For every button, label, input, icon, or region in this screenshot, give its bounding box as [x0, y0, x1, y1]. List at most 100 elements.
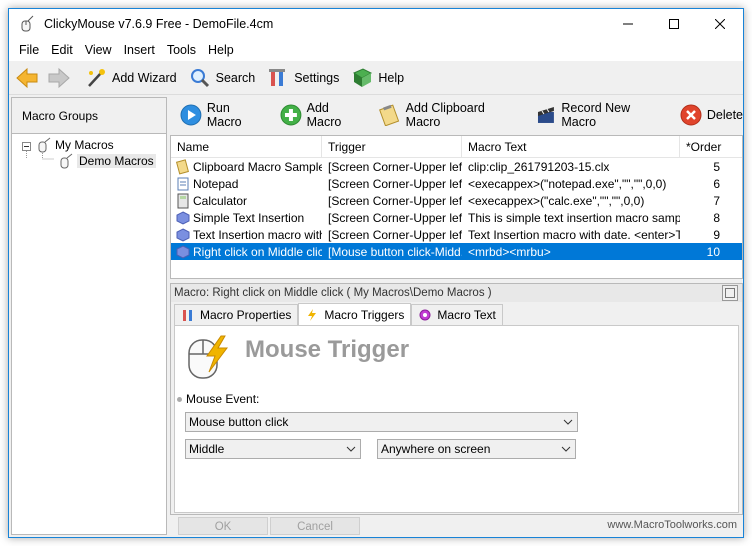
minimize-icon — [623, 23, 633, 25]
mouse-button-select[interactable]: Middle — [185, 439, 361, 459]
add-icon — [280, 104, 302, 126]
mouse-event-label: Mouse Event: — [177, 392, 259, 406]
list-body: Clipboard Macro Sample [Screen Corner-Upp… — [171, 158, 742, 260]
delete-label: Delete — [706, 108, 743, 122]
app-window: ClickyMouse v7.6.9 Free - DemoFile.4cm F… — [8, 8, 744, 538]
main-toolbar: Add Wizard Search Settings Help — [9, 61, 743, 95]
macro-icon — [176, 210, 190, 225]
help-book-icon — [353, 67, 373, 87]
menu-help[interactable]: Help — [202, 43, 240, 57]
ok-button[interactable]: OK — [178, 517, 268, 535]
macros-panel: Run Macro Add Macro Add Clipboard Macro — [170, 97, 743, 535]
add-clipboard-macro-button[interactable]: Add Clipboard Macro — [378, 101, 523, 129]
cell-text: <execappex>("notepad.exe","","",0,0) — [468, 176, 667, 191]
cell-text: This is simple text insertion macro samp… — [468, 210, 680, 225]
macro-groups-header: Macro Groups — [11, 97, 167, 133]
add-macro-button[interactable]: Add Macro — [280, 101, 367, 129]
chevron-down-icon — [346, 446, 356, 452]
table-row[interactable]: Notepad [Screen Corner-Upper left] <execap… — [171, 175, 742, 192]
play-icon — [180, 104, 202, 126]
panel-layout-icon[interactable] — [722, 285, 738, 301]
clapperboard-icon — [537, 107, 554, 123]
cell-order: 10 — [706, 244, 720, 259]
mouse-event-select[interactable]: Mouse button click — [185, 412, 578, 432]
run-macro-button[interactable]: Run Macro — [180, 101, 268, 129]
column-header-name[interactable]: Name — [171, 136, 322, 157]
table-row[interactable]: Text Insertion macro with... [Screen Corn… — [171, 226, 742, 243]
tree-item-label: Demo Macros — [77, 154, 156, 168]
cell-trigger: [Mouse button click-Midd... — [328, 244, 462, 259]
screen-location-value: Anywhere on screen — [381, 442, 491, 456]
menu-tools[interactable]: Tools — [161, 43, 202, 57]
cell-trigger: [Screen Corner-Upper left] — [328, 193, 462, 208]
search-button[interactable]: Search — [189, 67, 255, 89]
macro-list: Name Trigger Macro Text *Order Clipboard… — [170, 135, 743, 279]
tab-macro-text[interactable]: Macro Text — [411, 304, 503, 325]
minimize-button[interactable] — [605, 9, 651, 39]
app-icon — [21, 15, 34, 32]
detail-footer: OK Cancel www.MacroToolworks.com — [170, 517, 743, 535]
record-new-macro-label: Record New Macro — [561, 101, 631, 129]
cell-order: 8 — [713, 210, 720, 225]
help-button[interactable]: Help — [351, 67, 404, 89]
mouse-group-icon — [60, 153, 73, 169]
collapse-icon[interactable] — [22, 142, 31, 151]
cell-order: 9 — [713, 227, 720, 242]
trigger-banner: Mouse Trigger — [245, 336, 410, 363]
cell-order: 5 — [713, 159, 720, 174]
mouse-lightning-icon — [188, 335, 228, 379]
table-row[interactable]: Clipboard Macro Sample [Screen Corner-Upp… — [171, 158, 742, 175]
settings-tools-icon — [269, 68, 286, 86]
settings-tools-icon — [183, 310, 192, 321]
record-new-macro-button[interactable]: Record New Macro — [535, 101, 668, 129]
clipboard-icon — [378, 104, 399, 126]
add-macro-label: Add Macro — [306, 101, 342, 129]
table-row[interactable]: Simple Text Insertion [Screen Corner-Uppe… — [171, 209, 742, 226]
menu-bar: File Edit View Insert Tools Help — [9, 39, 743, 61]
table-row[interactable]: Calculator [Screen Corner-Upper left] <exe… — [171, 192, 742, 209]
tab-label: Macro Properties — [200, 308, 292, 322]
column-header-macro-text[interactable]: Macro Text — [462, 136, 680, 157]
tree-item-my-macros[interactable]: My Macros — [36, 137, 114, 153]
tab-macro-triggers[interactable]: Macro Triggers — [298, 303, 412, 325]
menu-file[interactable]: File — [13, 43, 45, 57]
column-header-trigger[interactable]: Trigger — [322, 136, 462, 157]
macro-toolbar: Run Macro Add Macro Add Clipboard Macro — [170, 97, 743, 133]
title-bar: ClickyMouse v7.6.9 Free - DemoFile.4cm — [9, 9, 743, 39]
tab-label: Macro Triggers — [324, 307, 405, 322]
macro-icon — [176, 244, 190, 259]
help-label: Help — [378, 70, 405, 85]
wizard-wand-icon — [88, 68, 105, 87]
chevron-down-icon — [561, 446, 571, 452]
menu-view[interactable]: View — [79, 43, 118, 57]
menu-insert[interactable]: Insert — [118, 43, 161, 57]
tree-item-demo-macros[interactable]: Demo Macros — [58, 153, 156, 169]
search-icon — [190, 68, 209, 87]
forward-arrow-icon[interactable] — [47, 67, 71, 89]
macro-triggers-tab-content: Mouse Trigger Mouse Event: Mouse button … — [174, 325, 739, 513]
close-button[interactable] — [697, 9, 743, 39]
macro-groups-panel: Macro Groups My Macros Demo Macros — [11, 97, 167, 535]
add-wizard-button[interactable]: Add Wizard — [85, 67, 177, 89]
settings-label: Settings — [294, 70, 340, 85]
menu-edit[interactable]: Edit — [45, 43, 79, 57]
screen-location-select[interactable]: Anywhere on screen — [377, 439, 576, 459]
cell-name: Text Insertion macro with... — [193, 227, 322, 242]
tree-item-label: My Macros — [55, 138, 114, 152]
back-arrow-icon[interactable] — [15, 67, 39, 89]
maximize-button[interactable] — [651, 9, 697, 39]
chevron-down-icon — [563, 419, 573, 425]
add-wizard-label: Add Wizard — [112, 70, 177, 85]
delete-button[interactable]: Delete — [680, 104, 743, 126]
calculator-icon — [177, 193, 189, 208]
close-icon — [715, 19, 725, 29]
lightning-icon — [308, 308, 317, 321]
cancel-button[interactable]: Cancel — [270, 517, 360, 535]
tab-macro-properties[interactable]: Macro Properties — [174, 304, 299, 325]
table-row[interactable]: Right click on Middle click [Mouse button… — [171, 243, 742, 260]
website-link[interactable]: www.MacroToolworks.com — [607, 519, 737, 531]
column-header-order[interactable]: *Order — [680, 136, 740, 157]
settings-button[interactable]: Settings — [267, 67, 339, 89]
delete-icon — [680, 104, 702, 126]
window-title: ClickyMouse v7.6.9 Free - DemoFile.4cm — [44, 17, 274, 31]
